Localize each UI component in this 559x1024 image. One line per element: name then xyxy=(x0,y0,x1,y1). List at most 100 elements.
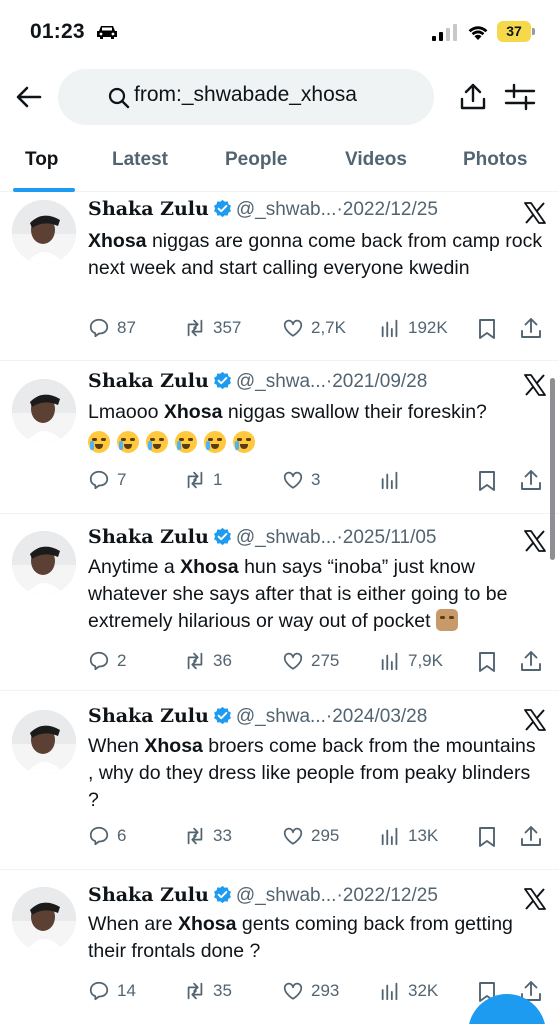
username[interactable]: @_shwab... xyxy=(236,199,337,220)
tweet-date[interactable]: 2021/09/28 xyxy=(332,371,427,392)
tweet-date[interactable]: 2022/12/25 xyxy=(343,885,438,906)
repost-icon xyxy=(187,471,203,489)
tweet-text: Lmaooo Xhosa niggas swallow their foresk… xyxy=(88,399,546,457)
loudly-crying-face-emoji xyxy=(146,431,168,453)
heart-icon xyxy=(283,471,303,489)
repost-button[interactable]: 1 xyxy=(184,469,222,491)
reply-button[interactable]: 6 xyxy=(88,825,126,847)
repost-button[interactable]: 357 xyxy=(184,317,241,339)
username[interactable]: @_shwa... xyxy=(236,371,326,392)
views-button[interactable]: 192K xyxy=(379,317,448,339)
like-count: 2,7K xyxy=(311,318,346,337)
search-header: from:_shwabade_xhosa xyxy=(0,62,559,132)
views-button[interactable] xyxy=(379,469,408,491)
highlighted-term: Xhosa xyxy=(144,735,203,757)
tweet[interactable]: Sհaka Zulu @_shwab...·2022/12/25 When are … xyxy=(0,870,559,1024)
tab-latest[interactable]: Latest xyxy=(112,149,168,171)
tweet[interactable]: Sհaka Zulu @_shwa...·2021/09/28 Lmaooo Xho… xyxy=(0,361,559,514)
avatar[interactable] xyxy=(12,200,76,264)
display-name[interactable]: Sհaka Zulu xyxy=(88,198,209,220)
display-name[interactable]: Sհaka Zulu xyxy=(88,705,209,727)
verified-badge-icon xyxy=(213,706,231,725)
tweet[interactable]: Sհaka Zulu @_shwab...·2022/12/25 Xhosa nig… xyxy=(0,193,559,361)
view-count: 7,9K xyxy=(408,651,443,670)
avatar[interactable] xyxy=(12,710,76,774)
repost-icon xyxy=(187,982,203,1000)
views-icon xyxy=(381,827,398,846)
heart-icon xyxy=(283,827,303,845)
repost-icon xyxy=(187,827,203,845)
tweet-date[interactable]: 2025/11/05 xyxy=(343,527,437,548)
tab-videos[interactable]: Videos xyxy=(345,149,407,171)
share-icon[interactable] xyxy=(458,82,488,112)
reply-button[interactable]: 2 xyxy=(88,650,126,672)
username[interactable]: @_shwab... xyxy=(236,885,337,906)
repost-button[interactable]: 33 xyxy=(184,825,232,847)
views-button[interactable]: 32K xyxy=(379,980,438,1002)
tweet-date[interactable]: 2022/12/25 xyxy=(343,199,438,220)
share-icon[interactable] xyxy=(520,317,542,339)
username[interactable]: @_shwa... xyxy=(236,706,326,727)
search-tabs: Top Latest People Videos Photos xyxy=(0,132,559,192)
views-button[interactable]: 13K xyxy=(379,825,438,847)
like-button[interactable]: 2,7K xyxy=(282,317,346,339)
username[interactable]: @_shwab... xyxy=(236,527,337,548)
avatar[interactable] xyxy=(12,531,76,595)
reply-count: 14 xyxy=(117,981,136,1000)
x-logo-icon xyxy=(524,374,546,396)
verified-badge-icon xyxy=(213,885,231,904)
avatar[interactable] xyxy=(12,887,76,951)
tweet[interactable]: Sհaka Zulu @_shwa...·2024/03/28 When Xhosa… xyxy=(0,691,559,870)
tweet[interactable]: Sհaka Zulu @_shwab...·2025/11/05 Anytime a… xyxy=(0,514,559,691)
scrollbar[interactable] xyxy=(550,378,555,560)
display-name[interactable]: Sհaka Zulu xyxy=(88,526,209,548)
share-icon[interactable] xyxy=(520,825,542,847)
tweet-date[interactable]: 2024/03/28 xyxy=(332,706,427,727)
car-icon xyxy=(97,26,117,39)
reply-icon xyxy=(89,470,109,490)
tweet-text-segment: When xyxy=(88,735,145,757)
bookmark-icon[interactable] xyxy=(476,470,498,492)
back-arrow-icon[interactable] xyxy=(14,82,44,112)
x-logo-icon xyxy=(524,709,546,731)
like-button[interactable]: 275 xyxy=(282,650,339,672)
tweet-header: Sհaka Zulu @_shwa...·2021/09/28 xyxy=(88,370,548,398)
repost-button[interactable]: 36 xyxy=(184,650,232,672)
reply-button[interactable]: 14 xyxy=(88,980,136,1002)
reply-button[interactable]: 87 xyxy=(88,317,136,339)
tab-photos[interactable]: Photos xyxy=(463,149,527,171)
verified-badge-icon xyxy=(213,527,231,546)
filter-settings-icon[interactable] xyxy=(504,82,536,112)
active-tab-indicator xyxy=(13,188,75,192)
view-count: 192K xyxy=(408,318,448,337)
view-count: 32K xyxy=(408,981,439,1000)
share-icon[interactable] xyxy=(520,650,542,672)
tab-top[interactable]: Top xyxy=(25,149,58,171)
repost-icon xyxy=(187,652,203,670)
like-button[interactable]: 295 xyxy=(282,825,339,847)
like-button[interactable]: 3 xyxy=(282,469,320,491)
bookmark-icon[interactable] xyxy=(476,651,498,673)
display-name[interactable]: Sհaka Zulu xyxy=(88,884,209,906)
search-input[interactable]: from:_shwabade_xhosa xyxy=(58,69,434,125)
avatar[interactable] xyxy=(12,379,76,443)
repost-count: 357 xyxy=(213,318,242,337)
like-count: 295 xyxy=(311,826,340,845)
tab-people[interactable]: People xyxy=(225,149,287,171)
share-icon[interactable] xyxy=(520,469,542,491)
like-button[interactable]: 293 xyxy=(282,980,339,1002)
bookmark-icon[interactable] xyxy=(476,826,498,848)
tweet-text-segment: When are xyxy=(88,913,178,935)
loudly-crying-face-emoji xyxy=(204,431,226,453)
wifi-icon xyxy=(468,26,488,40)
bookmark-icon[interactable] xyxy=(476,318,498,340)
repost-count: 35 xyxy=(213,981,232,1000)
tweet-text: When Xhosa broers come back from the mou… xyxy=(88,733,546,814)
views-icon xyxy=(381,471,398,490)
reply-button[interactable]: 7 xyxy=(88,469,126,491)
views-button[interactable]: 7,9K xyxy=(379,650,443,672)
display-name[interactable]: Sհaka Zulu xyxy=(88,370,209,392)
tweet-text: Xhosa niggas are gonna come back from ca… xyxy=(88,228,546,282)
repost-button[interactable]: 35 xyxy=(184,980,232,1002)
heart-icon xyxy=(283,319,303,337)
